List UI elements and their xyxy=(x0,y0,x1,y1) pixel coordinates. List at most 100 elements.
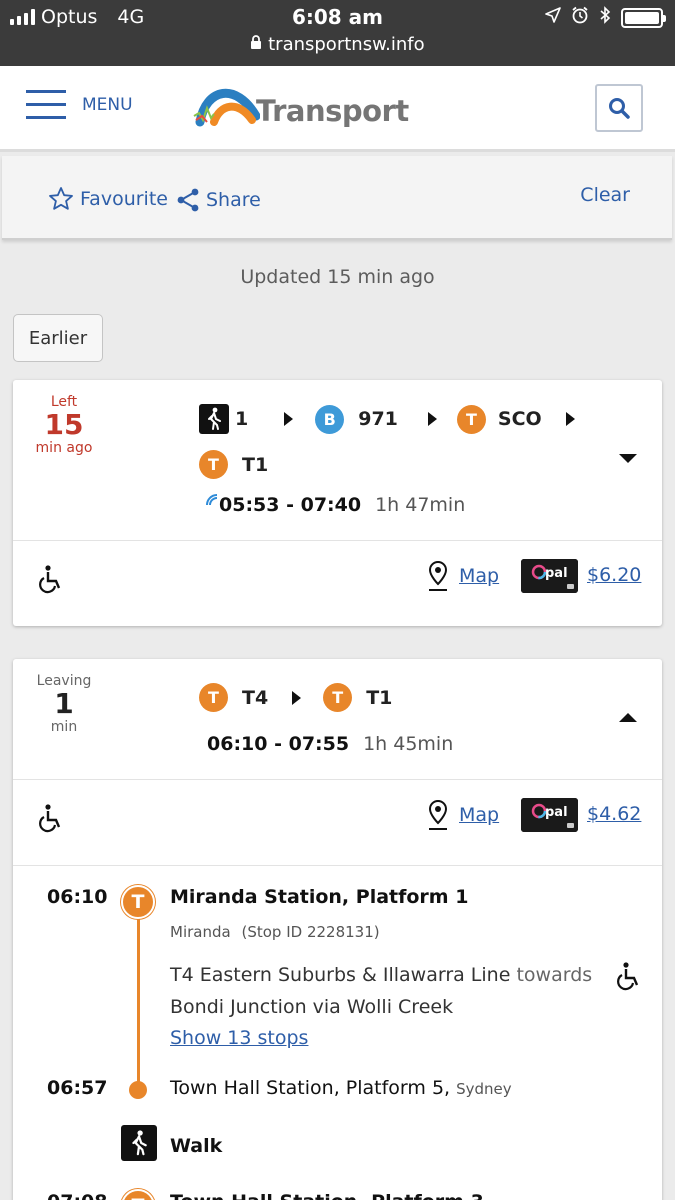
map-label: Map xyxy=(459,565,500,587)
trip-actions-bar: Favourite Share Clear xyxy=(2,156,672,240)
menu-button[interactable]: MENU xyxy=(26,90,133,119)
leg-end-stop: Town Hall Station, Platform 5, xyxy=(170,1077,451,1099)
url-text: transportnsw.info xyxy=(268,34,425,55)
walk-icon xyxy=(199,404,229,434)
departure-minutes: 1 xyxy=(54,687,74,720)
divider xyxy=(13,540,662,541)
transport-logo[interactable]: Transport xyxy=(192,78,409,128)
train-mode-icon: T xyxy=(121,1189,155,1200)
lock-icon xyxy=(250,34,268,55)
url-bar[interactable]: transportnsw.info xyxy=(0,34,675,55)
train-mode-icon: T xyxy=(199,450,228,479)
departure-minutes-suffix: min ago xyxy=(35,440,93,456)
arrow-icon xyxy=(292,690,302,705)
trip-legs: 1 B 971 T SCO xyxy=(199,404,575,434)
share-label: Share xyxy=(206,189,261,211)
trip-duration: 1h 47min xyxy=(375,494,466,516)
towards-label: towards xyxy=(516,964,593,986)
clear-label: Clear xyxy=(580,184,630,206)
trip-card[interactable]: Left 15 min ago 1 B 971 T SCO T T1 05:53… xyxy=(13,380,662,626)
leg-label: T4 xyxy=(242,686,269,709)
leg-label: SCO xyxy=(497,408,542,430)
show-stops-link[interactable]: Show 13 stops xyxy=(170,1027,308,1049)
train-mode-icon: T xyxy=(323,683,353,712)
wheelchair-icon xyxy=(37,803,65,837)
route-line xyxy=(137,909,140,1084)
realtime-icon xyxy=(206,494,218,506)
clear-button[interactable]: Clear xyxy=(580,184,630,206)
leg-service-description: T4 Eastern Suburbs & Illawarra Line towa… xyxy=(170,959,600,1023)
earlier-button[interactable]: Earlier xyxy=(13,314,103,362)
map-pin-icon xyxy=(428,799,448,830)
trip-legs: T T4 T T1 xyxy=(199,683,392,712)
map-link[interactable]: Map xyxy=(427,560,499,592)
hamburger-icon xyxy=(26,90,66,119)
search-icon xyxy=(609,98,630,119)
collapse-trip-button[interactable] xyxy=(619,713,637,722)
train-mode-icon: T xyxy=(199,683,228,712)
divider xyxy=(13,865,662,866)
leg-start-locality: Miranda xyxy=(170,923,231,941)
map-label: Map xyxy=(459,804,500,826)
opal-card-icon: pal xyxy=(521,559,578,593)
arrow-icon xyxy=(284,412,294,426)
battery-icon xyxy=(621,7,666,28)
bus-mode-icon: B xyxy=(315,404,345,434)
svg-text:pal: pal xyxy=(545,805,568,820)
status-bar: Optus 4G 6:08 am transportnsw.info xyxy=(0,0,675,66)
opal-card-icon: pal xyxy=(521,798,578,832)
leg-label: 971 xyxy=(358,408,398,430)
leg-label: T1 xyxy=(242,453,269,476)
favourite-label: Favourite xyxy=(80,188,168,210)
fare-link[interactable]: $6.20 xyxy=(587,564,641,586)
trip-times: 05:53 - 07:40 1h 47min xyxy=(205,494,465,516)
wheelchair-icon xyxy=(615,961,643,995)
line-destination: Bondi Junction via Wolli Creek xyxy=(170,996,454,1018)
status-right xyxy=(545,6,666,29)
trip-times: 06:10 - 07:55 1h 45min xyxy=(207,733,453,755)
site-header: MENU Transport xyxy=(0,66,675,152)
share-button[interactable]: Share xyxy=(176,188,261,212)
next-leg-stop: Town Hall Station, Platform 3 xyxy=(170,1191,484,1200)
share-icon xyxy=(177,188,199,212)
menu-label: MENU xyxy=(82,94,133,115)
leg-label: 1 xyxy=(235,408,249,430)
map-link[interactable]: Map xyxy=(427,799,499,831)
stop-dot xyxy=(129,1081,147,1099)
favourite-button[interactable]: Favourite xyxy=(48,186,168,212)
trip-card-expanded[interactable]: Leaving 1 min T T4 T T1 06:10 - 07:55 1h… xyxy=(13,659,662,1200)
departure-status: Leaving 1 min xyxy=(13,673,115,735)
location-icon xyxy=(545,7,561,28)
leg-start-stop-id: (Stop ID 2228131) xyxy=(241,923,380,941)
leg-label: T1 xyxy=(366,686,393,709)
fare-link[interactable]: $4.62 xyxy=(587,803,641,825)
train-mode-icon: T xyxy=(456,404,486,434)
walk-label: Walk xyxy=(170,1135,223,1157)
departure-status: Left 15 min ago xyxy=(13,394,115,456)
trip-time-range: 06:10 - 07:55 xyxy=(207,733,350,755)
leg-start-stop: Miranda Station, Platform 1 xyxy=(170,886,469,908)
next-leg-time: 07:08 xyxy=(47,1191,107,1200)
trip-duration: 1h 45min xyxy=(363,733,454,755)
divider xyxy=(13,779,662,780)
walk-icon xyxy=(121,1125,157,1161)
map-pin-icon xyxy=(428,560,448,591)
alarm-icon xyxy=(571,6,589,29)
trip-legs-row-2: T T1 xyxy=(199,450,268,479)
transport-logo-mark-icon xyxy=(193,88,260,127)
search-button[interactable] xyxy=(595,84,643,132)
svg-text:pal: pal xyxy=(545,566,568,581)
leg-end-locality: Sydney xyxy=(456,1080,512,1098)
arrow-icon xyxy=(427,412,437,426)
star-icon xyxy=(49,187,73,210)
wheelchair-icon xyxy=(37,564,65,598)
bluetooth-icon xyxy=(599,6,611,29)
departure-minutes: 15 xyxy=(44,408,84,441)
arrow-icon xyxy=(565,412,575,426)
train-mode-icon: T xyxy=(121,885,155,919)
updated-status: Updated 15 min ago xyxy=(240,266,435,288)
trip-time-range: 05:53 - 07:40 xyxy=(219,494,362,516)
leg-end-time: 06:57 xyxy=(47,1077,108,1099)
expand-trip-button[interactable] xyxy=(619,454,637,463)
leg-end-stop-row: Town Hall Station, Platform 5, Sydney xyxy=(170,1077,512,1099)
